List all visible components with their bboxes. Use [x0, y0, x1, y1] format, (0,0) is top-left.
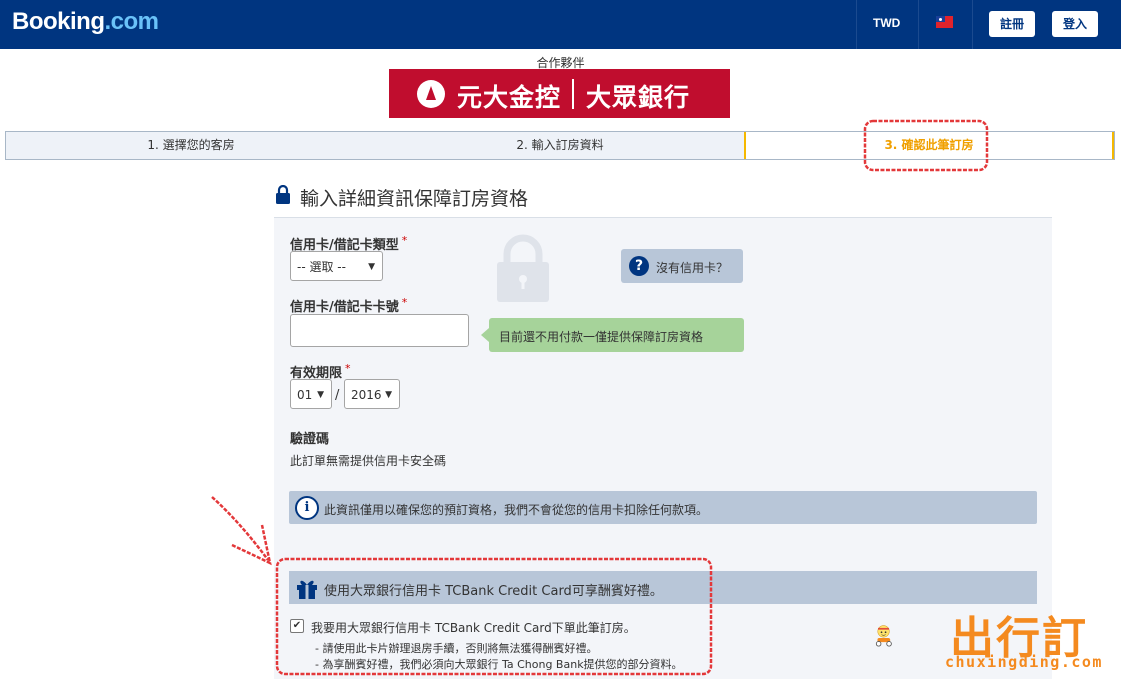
top-navigation-bar: Booking.com TWD 註冊 登入	[0, 0, 1121, 49]
no-credit-card-label: 沒有信用卡？	[656, 261, 729, 275]
divider	[972, 0, 973, 49]
booking-logo[interactable]: Booking.com	[12, 8, 159, 36]
promo-checkbox-label[interactable]: 我要用大眾銀行信用卡 TCBank Credit Card下單此筆訂房。	[311, 619, 636, 636]
divider	[856, 0, 857, 49]
divider	[918, 0, 919, 49]
partner-banner-right-text: 大眾銀行	[586, 83, 691, 112]
card-type-select[interactable]: -- 選取 -- ▼	[290, 251, 383, 281]
question-icon: ?	[629, 256, 649, 276]
step-2: 2. 輸入訂房資料	[516, 138, 604, 152]
card-number-label: 信用卡/借記卡卡號 *	[290, 296, 408, 315]
lock-icon	[497, 234, 549, 302]
booking-progress-steps: 1. 選擇您的客房 2. 輸入訂房資料 3. 確認此筆訂房	[5, 131, 1115, 160]
cvv-label: 驗證碼	[290, 432, 330, 447]
no-credit-card-button[interactable]: ? 沒有信用卡？	[621, 249, 743, 283]
cvv-description: 此訂單無需提供信用卡安全碼	[290, 454, 447, 468]
promo-note-1: - 請使用此卡片辦理退房手續，否則將無法獲得酬賓好禮。	[315, 642, 598, 655]
expiry-separator: /	[335, 388, 340, 403]
expiry-month-select[interactable]: 01 ▼	[290, 379, 332, 409]
expiry-year-select[interactable]: 2016 ▼	[344, 379, 400, 409]
partner-banner: 元大金控 大眾銀行	[389, 69, 730, 118]
partner-banner-left-text: 元大金控	[457, 83, 562, 112]
info-notice: i 此資訊僅用以確保您的預訂資格，我們不會從您的信用卡扣除任何款項。	[289, 491, 1037, 524]
yuanta-logo-icon	[417, 80, 445, 108]
caret-down-icon: ▼	[385, 390, 392, 400]
chuxingding-mascot-icon	[875, 625, 892, 647]
gift-icon	[297, 580, 317, 599]
card-number-input[interactable]	[290, 314, 469, 347]
info-text: 此資訊僅用以確保您的預訂資格，我們不會從您的信用卡扣除任何款項。	[324, 503, 709, 517]
info-icon: i	[295, 496, 319, 520]
page-title: 輸入詳細資訊保障訂房資格	[300, 188, 529, 210]
caret-down-icon: ▼	[368, 262, 375, 272]
divider	[572, 79, 574, 109]
login-button[interactable]: 登入	[1052, 11, 1098, 37]
promo-note-2: - 為享酬賓好禮，我們必須向大眾銀行 Ta Chong Bank提供您的部分資料…	[315, 658, 683, 671]
step-3-active: 3. 確認此筆訂房	[744, 132, 1114, 159]
register-button[interactable]: 註冊	[989, 11, 1035, 37]
caret-down-icon: ▼	[317, 390, 324, 400]
taiwan-flag-icon[interactable]	[936, 16, 953, 28]
lock-icon	[276, 185, 290, 204]
step-1: 1. 選擇您的客房	[147, 138, 235, 152]
payment-tip-text: 目前還不用付款一僅提供保障訂房資格	[499, 330, 704, 344]
watermark-url: chuxingding.com	[945, 653, 1103, 671]
promo-text: 使用大眾銀行信用卡 TCBank Credit Card可享酬賓好禮。	[324, 584, 663, 599]
promo-checkbox[interactable]: ✔	[290, 619, 304, 633]
payment-tip-tooltip: 目前還不用付款一僅提供保障訂房資格	[481, 318, 744, 352]
currency-selector[interactable]: TWD	[873, 16, 900, 30]
section-header: 輸入詳細資訊保障訂房資格	[274, 182, 1052, 218]
